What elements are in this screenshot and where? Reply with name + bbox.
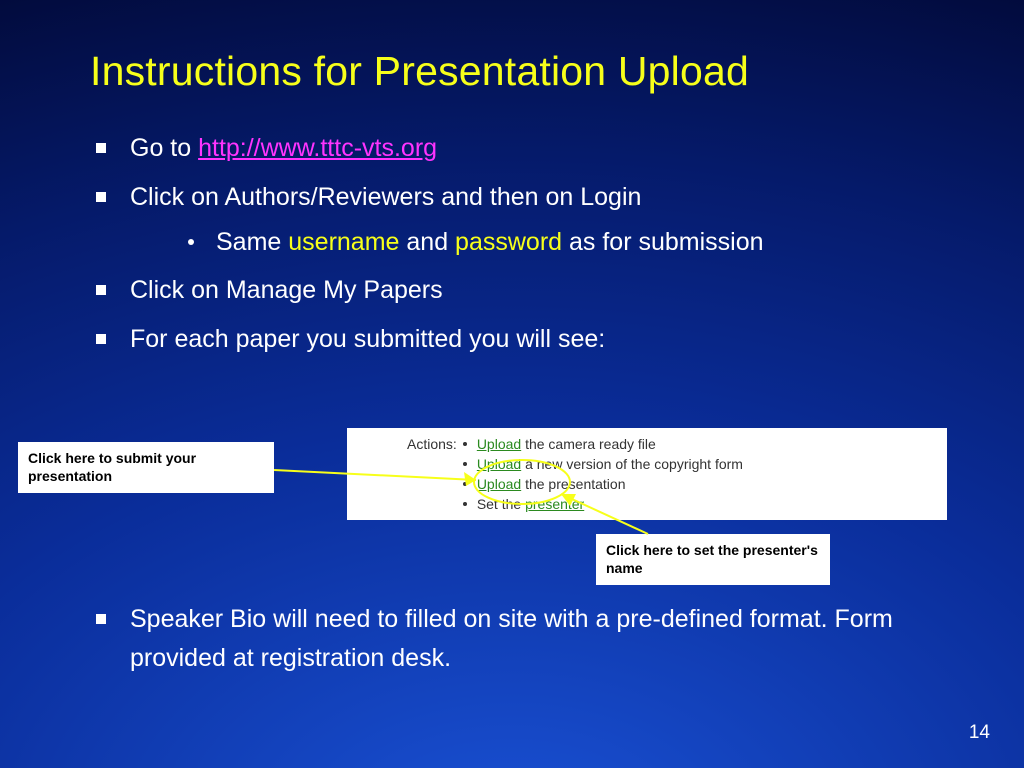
b2sub-post: as for submission (562, 228, 763, 256)
b2sub-password: password (455, 228, 562, 256)
action-pre-4: Set the (477, 496, 525, 512)
bullet-3: Click on Manage My Papers (90, 271, 934, 310)
b2sub-mid: and (399, 228, 455, 256)
bullet-2: Click on Authors/Reviewers and then on L… (90, 178, 934, 262)
action-link-3[interactable]: Upload (477, 476, 521, 492)
action-link-2[interactable]: Upload (477, 456, 521, 472)
b2sub-username: username (288, 228, 399, 256)
b2sub-pre: Same (216, 228, 288, 256)
bullet-2-sub: Same username and password as for submis… (130, 223, 934, 262)
bullet-5: Speaker Bio will need to filled on site … (90, 600, 934, 678)
action-item-2: Upload a new version of the copyright fo… (463, 454, 743, 474)
action-item-4: Set the presenter (463, 494, 743, 514)
action-rest-2: a new version of the copyright form (521, 456, 743, 472)
page-number: 14 (969, 722, 990, 744)
lower-bullets: Speaker Bio will need to filled on site … (90, 600, 934, 678)
bullet-4: For each paper you submitted you will se… (90, 320, 934, 359)
actions-label: Actions: (407, 434, 457, 454)
url-link[interactable]: http://www.tttc-vts.org (198, 134, 437, 162)
callout-set-presenter: Click here to set the presenter's name (596, 534, 830, 585)
action-item-1: Upload the camera ready file (463, 434, 743, 454)
action-link-4[interactable]: presenter (525, 496, 584, 512)
bullet-1-pre: Go to (130, 134, 198, 162)
bullet-1: Go to http://www.tttc-vts.org (90, 129, 934, 168)
actions-list: Upload the camera ready file Upload a ne… (463, 434, 743, 514)
bullet-2-text: Click on Authors/Reviewers and then on L… (130, 183, 641, 211)
action-rest-1: the camera ready file (521, 436, 656, 452)
bullet-list: Go to http://www.tttc-vts.org Click on A… (90, 129, 934, 359)
action-link-1[interactable]: Upload (477, 436, 521, 452)
actions-screenshot: Actions: Upload the camera ready file Up… (347, 428, 947, 520)
action-item-3: Upload the presentation (463, 474, 743, 494)
callout-submit-presentation: Click here to submit your presentation (18, 442, 274, 493)
slide-title: Instructions for Presentation Upload (90, 48, 934, 95)
bullet-2-sublist: Same username and password as for submis… (130, 223, 934, 262)
action-rest-3: the presentation (521, 476, 625, 492)
